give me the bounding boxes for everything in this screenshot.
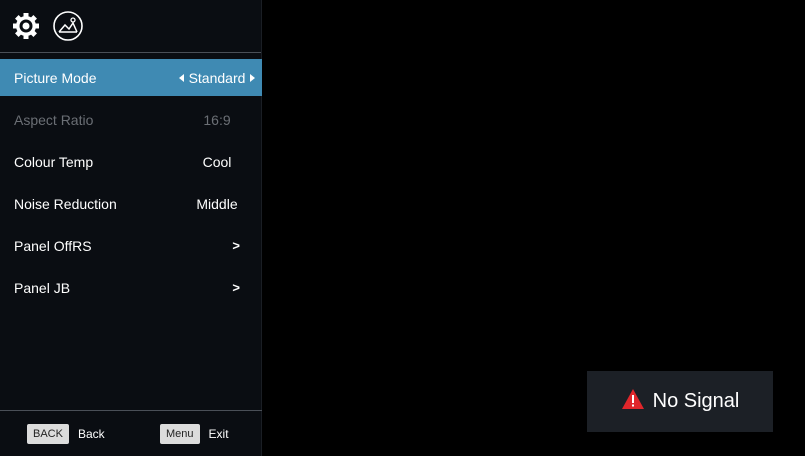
back-label: Back: [77, 427, 105, 441]
menu-item-label: Panel OffRS: [14, 237, 92, 254]
back-key[interactable]: BACK: [27, 424, 69, 444]
arrow-right-icon[interactable]: [250, 73, 256, 82]
submenu-arrow: >: [232, 238, 240, 253]
menu-footer: BACK Back Menu Exit: [0, 410, 262, 456]
back-hint[interactable]: BACK Back: [27, 424, 105, 444]
submenu-arrow: >: [232, 280, 240, 295]
no-signal-text: No Signal: [652, 390, 740, 412]
menu-item-picture-mode[interactable]: Picture Mode Standard: [0, 59, 262, 96]
menu-item-colour-temp[interactable]: Colour Temp Cool: [0, 143, 262, 180]
menu-header: [0, 0, 261, 53]
menu-item-panel-offrs[interactable]: Panel OffRS >: [0, 227, 262, 264]
settings-menu: Picture Mode Standard Aspect Ratio 16:9 …: [0, 0, 262, 456]
menu-item-label: Aspect Ratio: [14, 111, 94, 128]
menu-item-value: Middle: [196, 195, 238, 212]
arrow-left-icon[interactable]: [178, 73, 184, 82]
menu-list: Picture Mode Standard Aspect Ratio 16:9 …: [0, 59, 262, 311]
menu-item-noise-reduction[interactable]: Noise Reduction Middle: [0, 185, 262, 222]
menu-item-panel-jb[interactable]: Panel JB >: [0, 269, 262, 306]
menu-item-label: Noise Reduction: [14, 195, 117, 212]
picture-mode-value: Standard: [188, 69, 246, 86]
menu-item-value: Cool: [202, 153, 232, 170]
menu-item-value: Standard: [172, 70, 262, 86]
menu-item-label: Picture Mode: [14, 69, 97, 86]
menu-item-value: 16:9: [203, 111, 231, 128]
warning-icon: [621, 388, 645, 416]
menu-item-label: Panel JB: [14, 279, 71, 296]
menu-item-aspect-ratio: Aspect Ratio 16:9: [0, 101, 262, 138]
exit-label: Exit: [208, 427, 229, 441]
menu-key[interactable]: Menu: [160, 424, 200, 444]
menu-item-label: Colour Temp: [14, 153, 94, 170]
picture-icon[interactable]: [52, 10, 84, 42]
no-signal-box: No Signal: [587, 371, 773, 432]
exit-hint[interactable]: Menu Exit: [160, 424, 229, 444]
gear-icon[interactable]: [10, 10, 42, 42]
